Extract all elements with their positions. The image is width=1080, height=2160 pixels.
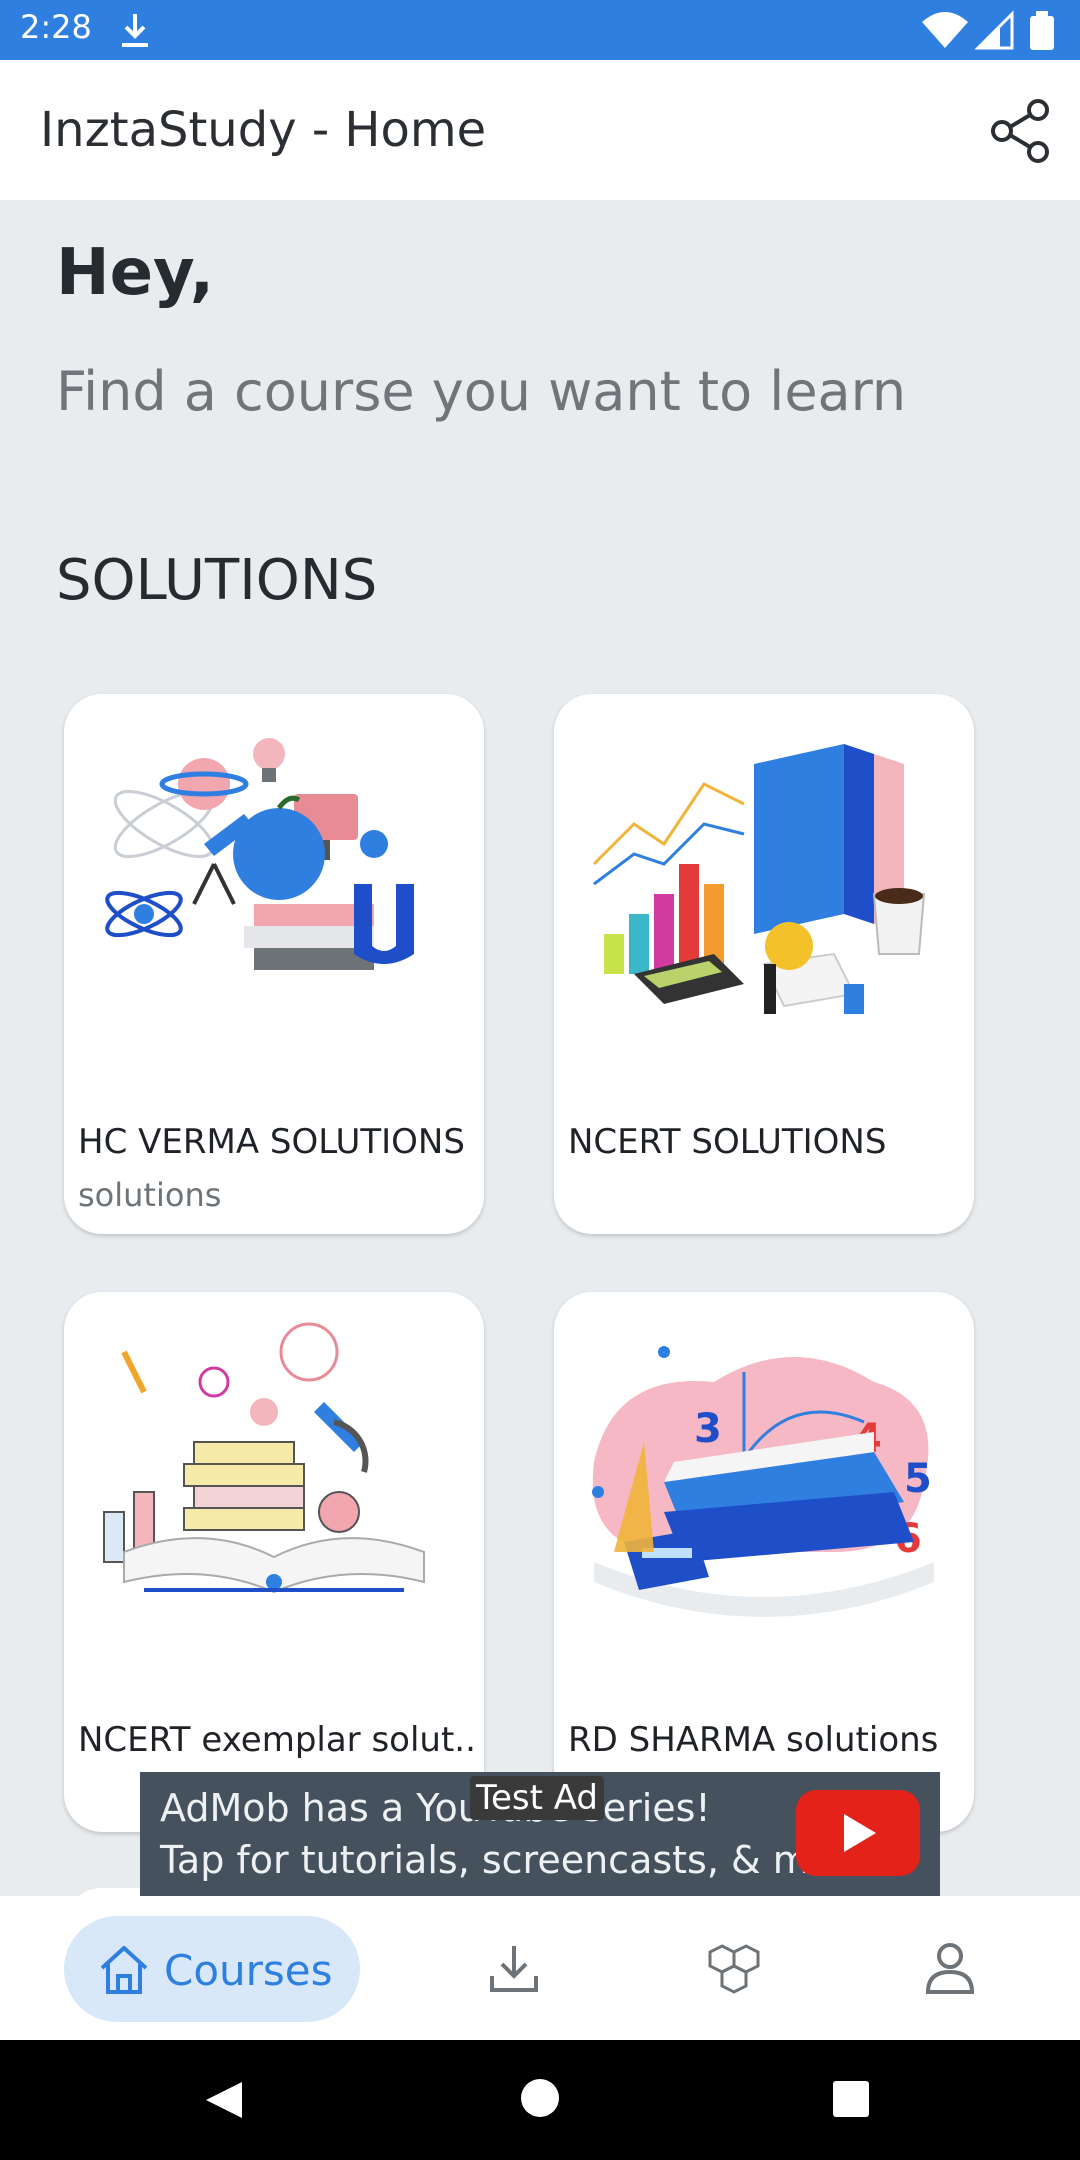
card-title: NCERT exemplar solut..: [78, 1720, 476, 1760]
wifi-icon: [922, 12, 968, 48]
cell-signal-icon: [974, 10, 1014, 50]
nav-item-courses-label: Courses: [164, 1946, 333, 1995]
status-time: 2:28: [20, 8, 92, 46]
page-title: InztaStudy - Home: [40, 102, 487, 158]
profile-icon[interactable]: [922, 1940, 978, 1996]
share-icon[interactable]: [986, 96, 1056, 166]
test-ad-badge: Test Ad: [470, 1776, 605, 1820]
science-illustration: [105, 738, 414, 970]
svg-text:3: 3: [694, 1406, 722, 1452]
download-icon[interactable]: [486, 1940, 542, 1996]
youtube-icon: [796, 1790, 920, 1876]
books-lab-illustration: [103, 1322, 425, 1594]
course-card-rd-sharma[interactable]: 3 4 5 6 RD SHARMA solutions: [554, 1292, 974, 1832]
section-title: SOLUTIONS: [56, 548, 378, 613]
svg-text:5: 5: [904, 1456, 932, 1502]
system-nav-bar: [0, 2040, 1080, 2160]
charts-illustration: [592, 744, 926, 1014]
app-bar: InztaStudy - Home: [0, 60, 1080, 200]
battery-icon: [1030, 11, 1054, 50]
card-title: RD SHARMA solutions: [568, 1720, 939, 1760]
cubes-icon[interactable]: [704, 1940, 760, 1996]
course-card-hc-verma[interactable]: HC VERMA SOLUTIONS solutions: [64, 694, 484, 1234]
bottom-nav: Courses: [0, 1896, 1080, 2040]
card-subtitle: solutions: [78, 1176, 222, 1214]
card-title: NCERT SOLUTIONS: [568, 1122, 887, 1162]
course-card-ncert[interactable]: NCERT SOLUTIONS: [554, 694, 974, 1234]
greeting: Hey,: [56, 236, 215, 310]
trigonometry-illustration: 3 4 5 6: [592, 1346, 934, 1617]
home-button-icon[interactable]: [520, 2078, 560, 2118]
back-icon[interactable]: [202, 2078, 246, 2122]
ad-body: Tap for tutorials, screencasts, & more.: [160, 1838, 884, 1882]
ad-headline: AdMob has a YouTube series!: [160, 1786, 711, 1830]
recents-icon[interactable]: [832, 2080, 870, 2118]
play-icon: [844, 1814, 876, 1852]
status-icons: [922, 10, 1054, 50]
status-bar: 2:28: [0, 0, 1080, 60]
card-title: HC VERMA SOLUTIONS: [78, 1122, 465, 1162]
nav-item-courses[interactable]: Courses: [64, 1916, 360, 2022]
download-status-icon: [122, 14, 148, 47]
course-card-ncert-exemplar[interactable]: NCERT exemplar solut..: [64, 1292, 484, 1832]
home-icon: [100, 1946, 148, 1994]
subtitle: Find a course you want to learn: [56, 360, 907, 423]
